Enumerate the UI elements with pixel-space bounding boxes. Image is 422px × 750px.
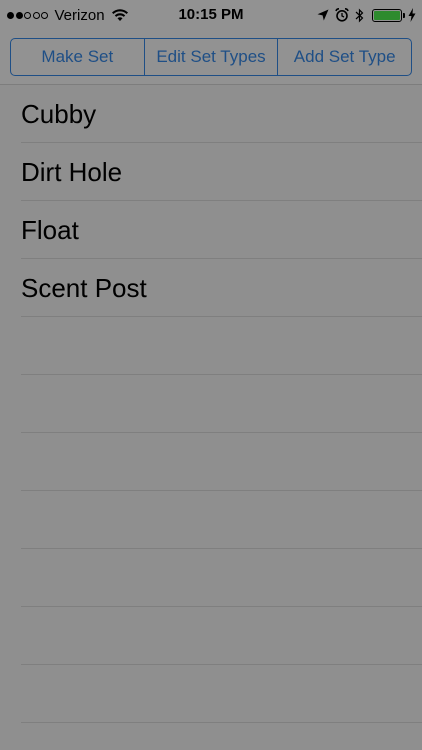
empty-list-row xyxy=(0,433,422,491)
battery-icon xyxy=(364,8,405,22)
make-set-button[interactable]: Make Set xyxy=(11,39,145,75)
add-set-type-button[interactable]: Add Set Type xyxy=(278,39,411,75)
status-right xyxy=(311,6,416,24)
alarm-icon xyxy=(335,8,349,22)
empty-list-row xyxy=(0,317,422,375)
location-arrow-icon xyxy=(317,9,329,21)
segmented-control: Make Set Edit Set Types Add Set Type xyxy=(10,38,412,76)
edit-set-types-button[interactable]: Edit Set Types xyxy=(145,39,279,75)
list-item[interactable]: Cubby xyxy=(0,85,422,143)
empty-list-row xyxy=(0,549,422,607)
list-item-label: Float xyxy=(21,215,79,245)
list-item[interactable]: Dirt Hole xyxy=(0,143,422,201)
status-bar: Verizon 10:15 PM xyxy=(0,0,422,30)
empty-list-row xyxy=(0,491,422,549)
empty-list-row xyxy=(0,607,422,665)
empty-list-row xyxy=(0,375,422,433)
set-type-list: Cubby Dirt Hole Float Scent Post xyxy=(0,85,422,750)
charging-bolt-icon xyxy=(408,8,416,22)
battery-fill xyxy=(374,10,400,20)
empty-list-row xyxy=(0,665,422,723)
battery-body xyxy=(372,8,402,22)
list-item-label: Cubby xyxy=(21,99,97,129)
list-item[interactable]: Float xyxy=(0,201,422,259)
app-screen: Verizon 10:15 PM Make Set Edit Set Types… xyxy=(0,0,422,750)
list-item-label: Scent Post xyxy=(21,273,147,303)
empty-list-row xyxy=(0,723,422,750)
list-item-label: Dirt Hole xyxy=(21,157,123,187)
list-item[interactable]: Scent Post xyxy=(0,259,422,317)
navigation-bar: Make Set Edit Set Types Add Set Type xyxy=(0,30,422,85)
bluetooth-icon xyxy=(355,8,364,22)
battery-cap xyxy=(403,12,405,18)
